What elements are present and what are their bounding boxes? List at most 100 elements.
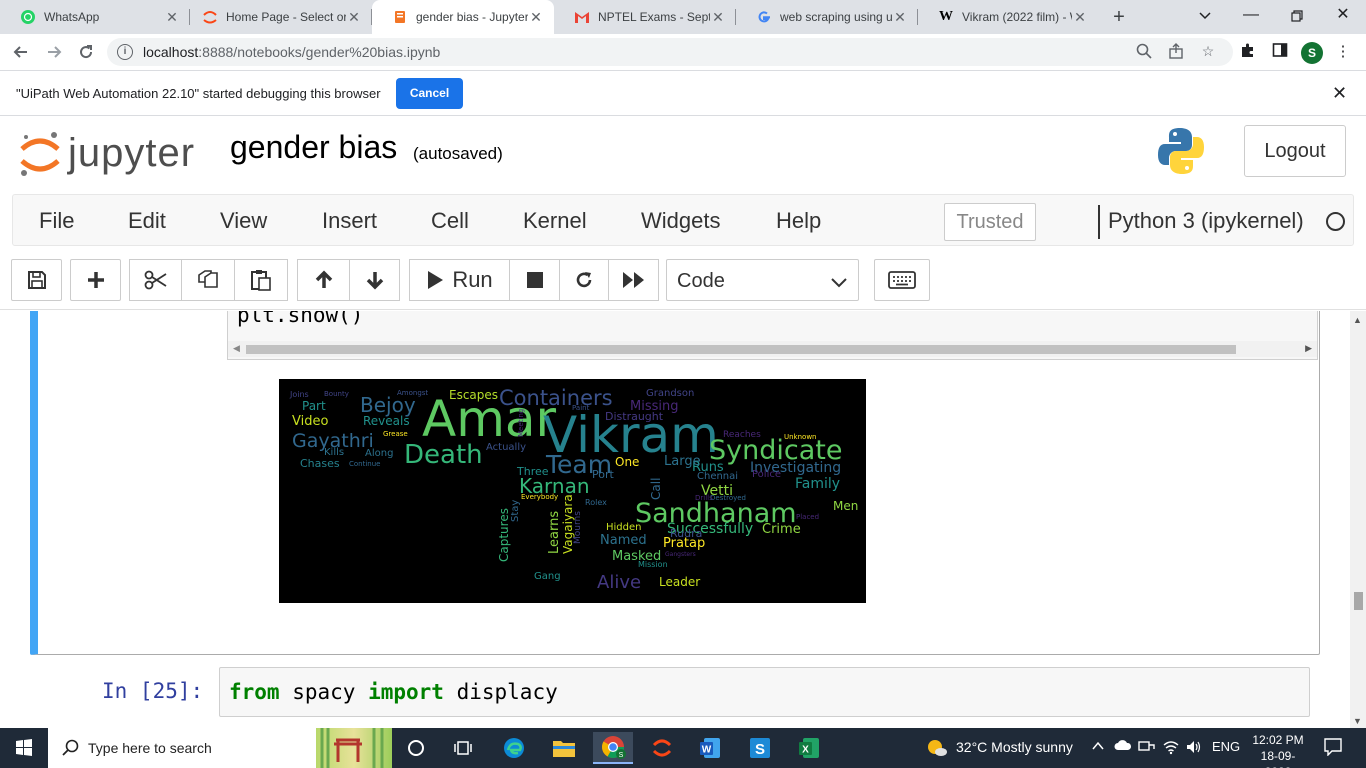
extensions-puzzle-icon[interactable] (1238, 42, 1258, 62)
tab-wikipedia[interactable]: W Vikram (2022 film) - W ✕ (918, 0, 1098, 34)
wordcloud-word: Drills (695, 494, 713, 502)
interrupt-kernel-button[interactable] (509, 259, 560, 301)
window-close-button[interactable]: ✕ (1320, 0, 1366, 34)
share-icon[interactable] (1167, 43, 1185, 61)
close-icon[interactable]: ✕ (528, 9, 544, 26)
move-up-button[interactable] (297, 259, 350, 301)
uipath-icon (202, 9, 218, 25)
menu-widgets[interactable]: Widgets (641, 208, 720, 234)
tab-google-search[interactable]: web scraping using ui ✕ (736, 0, 918, 34)
horizontal-scrollbar[interactable]: ◀ ▶ (228, 341, 1317, 357)
taskbar-clock[interactable]: 12:02 PM 18-09-2022 (1248, 732, 1308, 768)
scrollbar-thumb[interactable] (246, 345, 1236, 354)
command-palette-button[interactable] (874, 259, 930, 301)
close-icon[interactable]: ✕ (710, 9, 726, 26)
onedrive-cloud-icon[interactable] (1114, 739, 1132, 754)
word-icon[interactable]: W (690, 732, 730, 764)
address-bar[interactable]: i localhost:8888/notebooks/gender%20bias… (107, 38, 1233, 66)
close-icon[interactable]: ✕ (346, 9, 362, 26)
tab-title: Home Page - Select or (226, 10, 346, 24)
trusted-indicator[interactable]: Trusted (944, 203, 1036, 241)
minimize-button[interactable]: — (1228, 0, 1274, 34)
code-input[interactable]: from spacy import displacy (219, 667, 1310, 717)
restore-button[interactable] (1274, 0, 1320, 34)
cortana-icon[interactable] (396, 732, 436, 764)
tab-whatsapp[interactable]: WhatsApp ✕ (0, 0, 190, 34)
menu-help[interactable]: Help (776, 208, 821, 234)
zoom-icon[interactable] (1135, 43, 1153, 61)
menu-cell[interactable]: Cell (431, 208, 469, 234)
new-tab-button[interactable]: + (1107, 5, 1131, 29)
notification-icon[interactable] (1324, 738, 1342, 759)
menu-view[interactable]: View (220, 208, 267, 234)
menu-insert[interactable]: Insert (322, 208, 377, 234)
code-cell[interactable]: In [25]: from spacy import displacy (30, 665, 1320, 725)
scroll-up-icon[interactable]: ▲ (1353, 315, 1362, 325)
taskbar-search-box[interactable]: Type here to search (48, 728, 392, 768)
run-button[interactable]: Run (409, 259, 510, 301)
kernel-name[interactable]: Python 3 (ipykernel) (1108, 208, 1304, 234)
excel-icon[interactable]: X (789, 732, 829, 764)
tab-title: web scraping using ui (780, 10, 892, 24)
chrome-menu-icon[interactable]: ⋮ (1333, 42, 1353, 62)
back-arrow-icon[interactable] (9, 40, 33, 64)
language-indicator[interactable]: ENG (1212, 739, 1240, 754)
autosave-status: (autosaved) (413, 144, 503, 163)
task-view-icon[interactable] (443, 732, 483, 764)
code-input[interactable]: plt.axis("off") plt.show() ◀ ▶ (227, 311, 1318, 360)
reload-icon[interactable] (74, 40, 98, 64)
tab-jupyter[interactable]: gender bias - Jupyter ✕ (372, 0, 554, 34)
scroll-down-icon[interactable]: ▼ (1353, 716, 1362, 726)
site-info-icon[interactable]: i (117, 44, 133, 60)
close-icon[interactable]: ✕ (164, 9, 180, 26)
tab-uipath[interactable]: Home Page - Select or ✕ (182, 0, 372, 34)
wordcloud-word: Actually (486, 442, 526, 453)
keyboard-icon (888, 271, 916, 289)
close-icon[interactable]: ✕ (1072, 9, 1088, 26)
cell-type-select[interactable]: Code (666, 259, 859, 301)
restart-kernel-button[interactable] (559, 259, 609, 301)
wordcloud-word: Crime (762, 522, 801, 537)
close-icon[interactable]: ✕ (892, 9, 908, 26)
bookmark-star-icon[interactable]: ☆ (1199, 43, 1217, 61)
network-icon[interactable] (1138, 739, 1156, 756)
move-down-button[interactable] (349, 259, 400, 301)
scroll-right-icon[interactable]: ▶ (1305, 343, 1312, 354)
volume-icon[interactable] (1186, 739, 1204, 758)
menu-kernel[interactable]: Kernel (523, 208, 587, 234)
uipath-studio-icon[interactable]: S (740, 732, 780, 764)
edge-icon[interactable] (494, 732, 534, 764)
logout-button[interactable]: Logout (1244, 125, 1346, 177)
forward-arrow-icon[interactable] (42, 40, 66, 64)
side-panel-icon[interactable] (1270, 42, 1290, 62)
close-icon[interactable]: ✕ (1332, 83, 1347, 104)
page-vertical-scrollbar[interactable]: ▲ ▼ (1350, 311, 1366, 728)
tab-gmail[interactable]: NPTEL Exams - Septer ✕ (554, 0, 736, 34)
wifi-icon[interactable] (1162, 739, 1180, 758)
file-explorer-icon[interactable] (544, 732, 584, 764)
chrome-icon[interactable]: S (593, 732, 633, 764)
scroll-left-icon[interactable]: ◀ (233, 343, 240, 354)
svg-text:S: S (755, 741, 765, 758)
url-text[interactable]: localhost:8888/notebooks/gender%20bias.i… (143, 44, 440, 60)
cancel-button[interactable]: Cancel (396, 78, 463, 109)
scrollbar-thumb[interactable] (1354, 592, 1363, 610)
jupyter-logo[interactable]: jupyter (18, 125, 208, 181)
cut-button[interactable] (129, 259, 182, 301)
paste-button[interactable] (234, 259, 288, 301)
menu-edit[interactable]: Edit (128, 208, 166, 234)
restart-run-all-button[interactable] (608, 259, 659, 301)
copy-button[interactable] (181, 259, 235, 301)
save-button[interactable] (11, 259, 62, 301)
uipath-taskbar-icon[interactable] (642, 732, 682, 764)
menu-file[interactable]: File (39, 208, 74, 234)
profile-avatar[interactable]: S (1301, 42, 1323, 64)
wordcloud-word: Learns (547, 511, 562, 554)
chevron-up-icon[interactable] (1092, 739, 1104, 754)
code-cell-selected[interactable]: plt.axis("off") plt.show() ◀ ▶ AmarVikra… (30, 311, 1320, 655)
windows-start-button[interactable] (0, 728, 48, 768)
notebook-title[interactable]: gender bias (230, 129, 397, 166)
tab-search-chevron-icon[interactable] (1182, 0, 1228, 34)
weather-text[interactable]: 32°C Mostly sunny (956, 739, 1073, 755)
insert-cell-button[interactable] (70, 259, 121, 301)
